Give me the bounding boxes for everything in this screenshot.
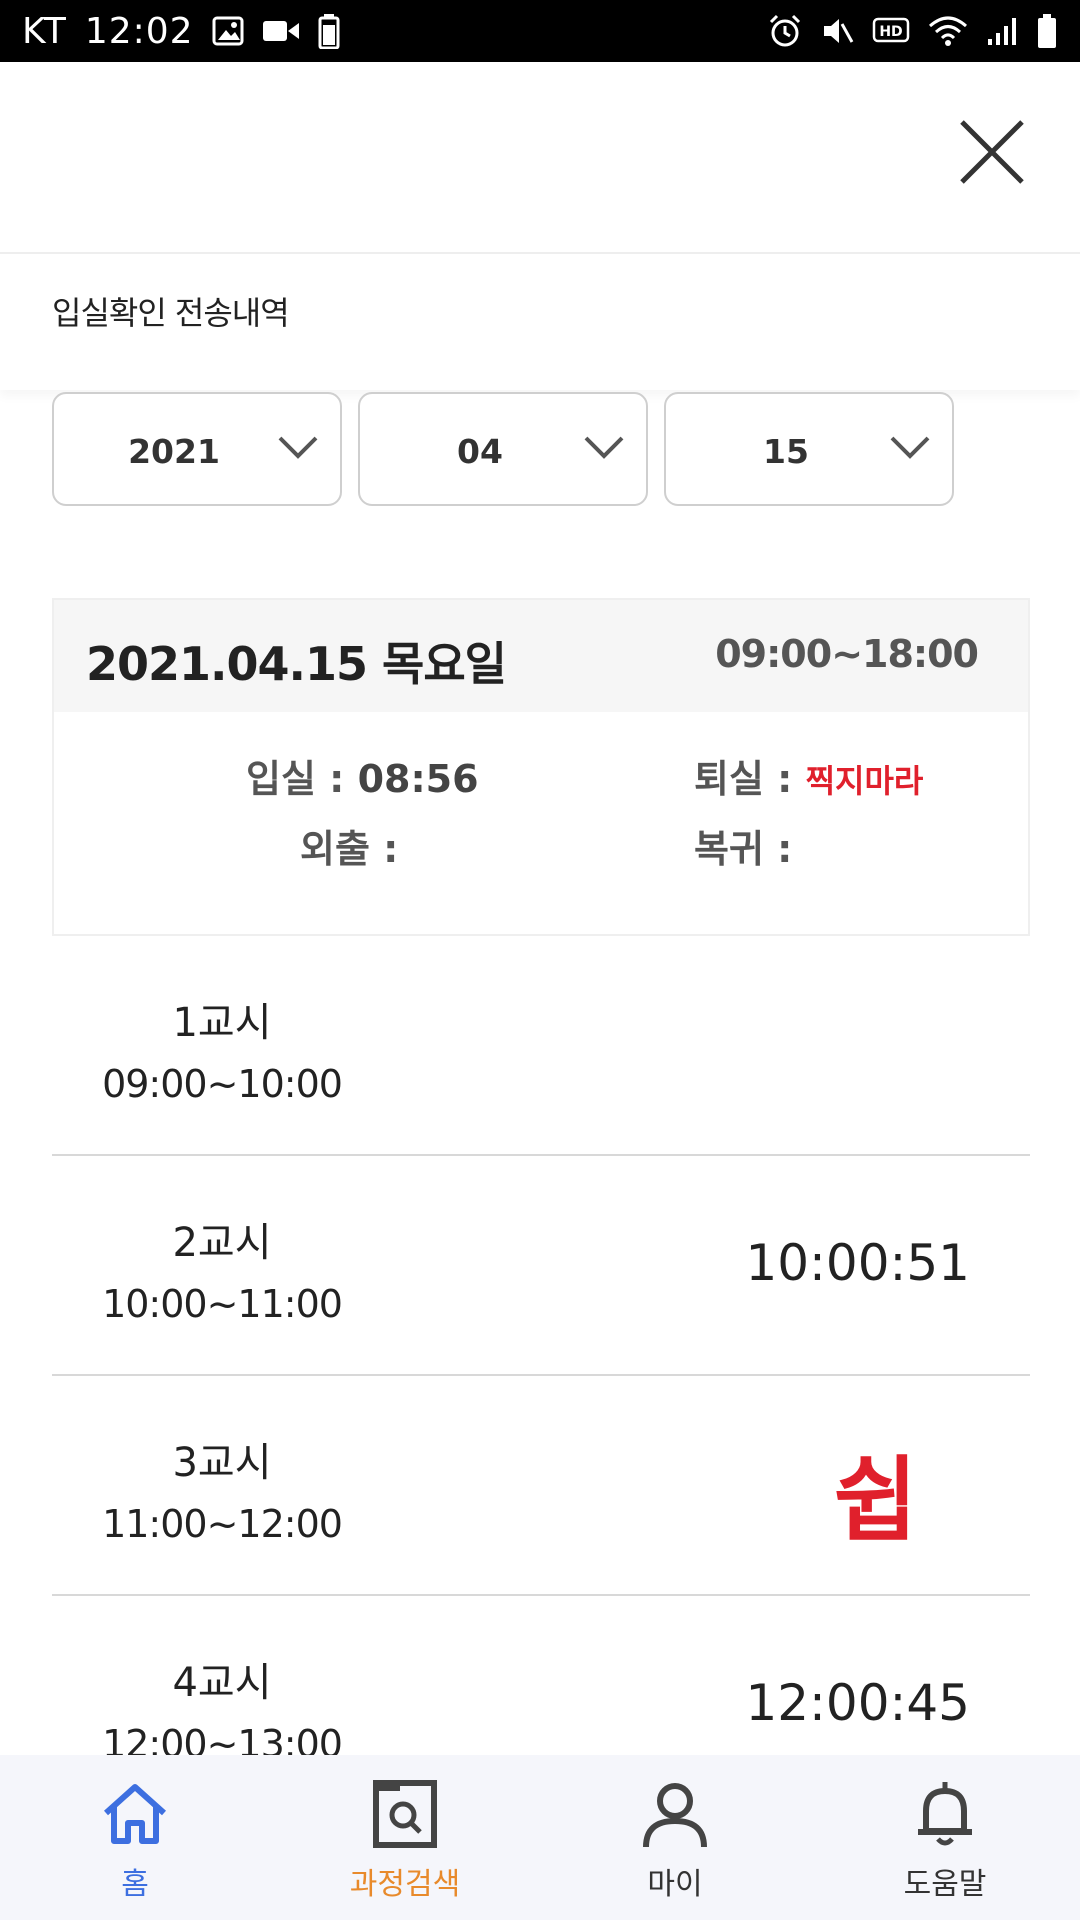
period-name: 2교시 — [172, 1220, 272, 1266]
bell-icon — [918, 1782, 972, 1846]
nav-help[interactable]: 도움말 — [810, 1755, 1080, 1920]
top-bar — [0, 62, 1080, 254]
clock: 12:02 — [84, 10, 194, 52]
period-row: 2교시 10:00~11:00 10:00:51 — [52, 1156, 1030, 1376]
period-name: 3교시 — [172, 1440, 272, 1486]
day-value: 15 — [763, 432, 809, 471]
close-icon — [960, 120, 1024, 184]
page-title: 입실확인 전송내역 — [52, 294, 290, 332]
section-header: 입실확인 전송내역 — [0, 254, 1080, 390]
video-icon — [262, 18, 300, 44]
checkin-value: 08:56 — [357, 757, 479, 801]
bottom-nav: 홈 과정검색 마이 도움말 — [0, 1755, 1080, 1920]
signal-icon — [986, 15, 1018, 47]
home-icon — [103, 1784, 167, 1844]
period-value: 10:00:51 — [745, 1234, 970, 1292]
date-selectors: 2021 04 15 — [52, 392, 954, 506]
svg-text:HD: HD — [879, 24, 902, 40]
day-select[interactable]: 15 — [664, 392, 954, 506]
user-icon — [643, 1783, 707, 1848]
wifi-icon — [928, 14, 968, 48]
day-summary-card: 2021.04.15 목요일 09:00~18:00 입실 : 08:56 퇴실… — [52, 598, 1030, 936]
checkin-label: 입실 : — [246, 757, 345, 801]
out-label: 외출 : — [300, 827, 399, 871]
search-document-icon — [373, 1780, 437, 1848]
alarm-icon — [768, 14, 802, 48]
period-row: 1교시 09:00~10:00 — [52, 936, 1030, 1156]
out-row: 외출 : — [300, 818, 398, 873]
day-hours: 09:00~18:00 — [715, 632, 979, 676]
return-row: 복귀 : — [694, 818, 792, 873]
nav-course-search-label: 과정검색 — [349, 1867, 461, 1902]
attendance-summary: 입실 : 08:56 퇴실 : 찍지마라 외출 : 복귀 : — [54, 712, 1028, 934]
day-date: 2021.04.15 목요일 — [86, 637, 507, 691]
period-info: 3교시 11:00~12:00 — [52, 1430, 392, 1546]
period-range: 11:00~12:00 — [102, 1502, 343, 1546]
checkout-row: 퇴실 : 찍지마라 — [694, 748, 923, 803]
period-info: 2교시 10:00~11:00 — [52, 1210, 392, 1326]
month-value: 04 — [457, 432, 503, 471]
period-value: 12:00:45 — [745, 1674, 970, 1732]
period-row: 3교시 11:00~12:00 쉽 — [52, 1376, 1030, 1596]
chevron-down-icon — [278, 436, 318, 459]
status-bar: KT 12:02 HD — [0, 0, 1080, 62]
nav-my[interactable]: 마이 — [540, 1755, 810, 1920]
checkout-label: 퇴실 : — [694, 757, 793, 801]
nav-home[interactable]: 홈 — [0, 1755, 270, 1920]
battery-saver-icon — [318, 13, 340, 49]
period-name: 1교시 — [172, 1000, 272, 1046]
checkout-value: 찍지마라 — [805, 762, 924, 800]
nav-my-label: 마이 — [647, 1867, 703, 1902]
carrier: KT — [22, 10, 67, 52]
month-select[interactable]: 04 — [358, 392, 648, 506]
period-name: 4교시 — [172, 1660, 272, 1706]
checkin-row: 입실 : 08:56 — [246, 748, 479, 803]
period-value: 쉽 — [833, 1447, 918, 1554]
nav-course-search[interactable]: 과정검색 — [270, 1755, 540, 1920]
chevron-down-icon — [890, 436, 930, 459]
nav-help-label: 도움말 — [903, 1867, 987, 1902]
battery-icon — [1036, 13, 1058, 49]
mute-icon — [820, 14, 854, 48]
day-header: 2021.04.15 목요일 09:00~18:00 — [54, 600, 1028, 712]
period-info: 1교시 09:00~10:00 — [52, 990, 392, 1106]
year-select[interactable]: 2021 — [52, 392, 342, 506]
hd-icon: HD — [872, 16, 910, 46]
chevron-down-icon — [584, 436, 624, 459]
return-label: 복귀 : — [694, 827, 793, 871]
nav-home-label: 홈 — [121, 1867, 149, 1902]
image-icon — [212, 16, 244, 46]
period-range: 10:00~11:00 — [102, 1282, 343, 1326]
close-button[interactable] — [952, 112, 1032, 192]
year-value: 2021 — [128, 432, 220, 471]
period-range: 09:00~10:00 — [102, 1062, 343, 1106]
period-info: 4교시 12:00~13:00 — [52, 1650, 392, 1766]
